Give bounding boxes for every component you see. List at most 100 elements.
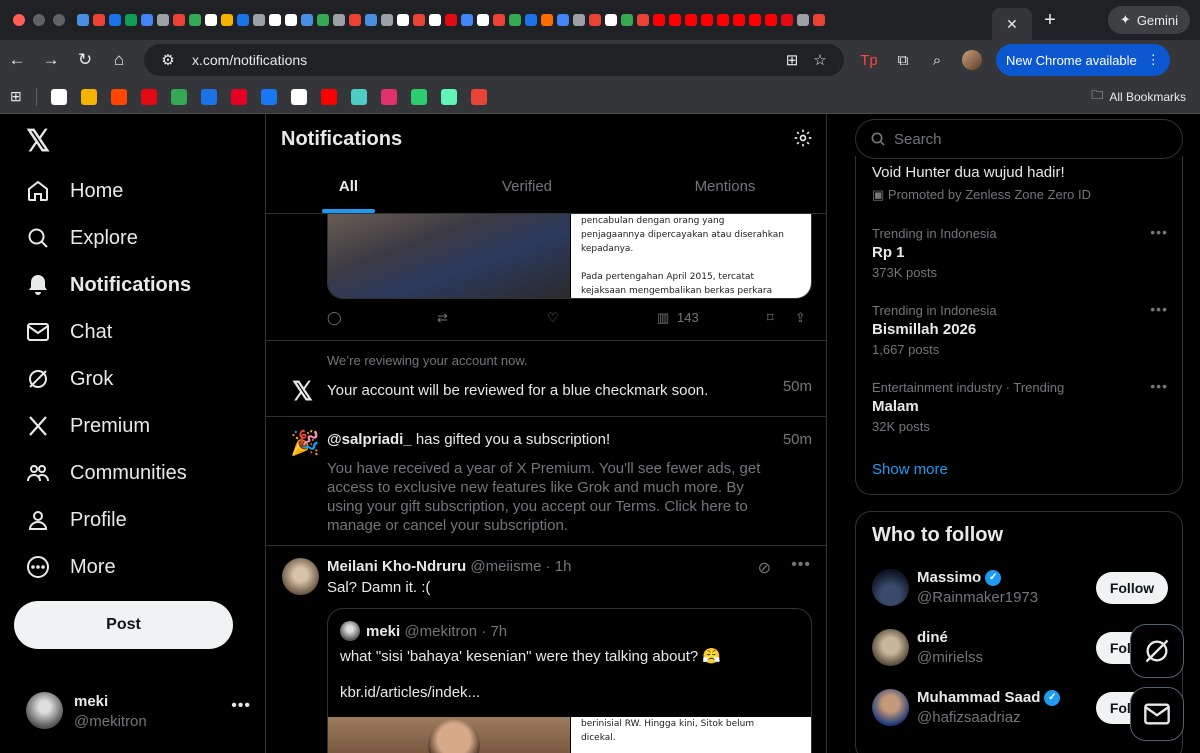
bookmark-favicon[interactable] <box>380 88 397 105</box>
pinned-tab-favicon[interactable] <box>493 14 505 26</box>
forward-arrow-icon[interactable]: → <box>34 50 68 70</box>
bookmark-favicon[interactable] <box>290 88 307 105</box>
gemini-button[interactable]: ✦ Gemini <box>1107 6 1190 34</box>
gift-user-link[interactable]: @salpriadi_ <box>327 431 412 448</box>
extensions-puzzle-icon[interactable]: ⧉ <box>886 52 920 69</box>
bookmark-favicon[interactable] <box>50 88 67 105</box>
pinned-tab-favicon[interactable] <box>813 14 825 26</box>
pinned-tab-favicon[interactable] <box>685 14 697 26</box>
close-tab-icon[interactable]: ✕ <box>1006 16 1018 33</box>
quote-link[interactable]: kbr.id/articles/indek... <box>340 684 480 701</box>
nav-more[interactable]: More <box>26 555 116 579</box>
pinned-tab-favicon[interactable] <box>445 14 457 26</box>
views-icon[interactable]: ▥ <box>657 310 669 326</box>
nav-profile[interactable]: Profile <box>26 508 127 532</box>
more-dots-icon[interactable]: ••• <box>1150 224 1168 240</box>
back-arrow-icon[interactable]: ← <box>0 50 34 70</box>
bookmark-favicon[interactable] <box>170 88 187 105</box>
bookmark-favicon[interactable] <box>80 88 97 105</box>
pinned-tab-favicon[interactable] <box>701 14 713 26</box>
list-item[interactable]: 🎉 @salpriadi_ has gifted you a subscript… <box>266 417 826 546</box>
bookmark-favicon[interactable] <box>470 88 487 105</box>
more-dots-icon[interactable]: ••• <box>791 556 811 574</box>
pinned-tab-favicon[interactable] <box>557 14 569 26</box>
pinned-tab-favicon[interactable] <box>541 14 553 26</box>
more-dots-icon[interactable]: ••• <box>231 697 251 715</box>
bookmark-favicon[interactable] <box>200 88 217 105</box>
pinned-tab-favicon[interactable] <box>349 14 361 26</box>
tweet-media[interactable]: pencabulan dengan orang yang penjagaanny… <box>327 214 812 299</box>
avatar[interactable] <box>872 629 909 666</box>
pinned-tab-favicon[interactable] <box>573 14 585 26</box>
pinned-tab-favicon[interactable] <box>717 14 729 26</box>
gift-body[interactable]: You have received a year of X Premium. Y… <box>327 459 772 535</box>
list-item[interactable]: Meilani Kho-Ndruru @meiisme · 1h ⊘ ••• S… <box>266 546 826 753</box>
like-icon[interactable]: ♡ <box>547 310 559 326</box>
tab-search-icon[interactable]: ⌕ <box>920 52 954 69</box>
pinned-tab-favicon[interactable] <box>125 14 137 26</box>
pinned-tab-favicon[interactable] <box>653 14 665 26</box>
pinned-tab-favicon[interactable] <box>93 14 105 26</box>
url-text[interactable]: x.com/notifications <box>192 52 778 68</box>
share-icon[interactable]: ⇪ <box>795 310 806 326</box>
grok-floating-button[interactable] <box>1130 624 1184 678</box>
trend-item[interactable]: Trending in Indonesia Rp 1 373K posts ••… <box>872 224 1168 280</box>
bookmark-favicon[interactable] <box>440 88 457 105</box>
pinned-tab-favicon[interactable] <box>333 14 345 26</box>
trend-item[interactable]: Entertainment industry · Trending Malam … <box>872 378 1168 434</box>
pinned-tab-favicon[interactable] <box>397 14 409 26</box>
pinned-tab-favicon[interactable] <box>189 14 201 26</box>
messages-floating-button[interactable] <box>1130 687 1184 741</box>
pinned-tab-favicon[interactable] <box>221 14 233 26</box>
install-app-icon[interactable]: ⊞ <box>778 51 806 69</box>
show-more-link[interactable]: Show more <box>872 461 948 478</box>
pinned-tab-favicon[interactable] <box>173 14 185 26</box>
pinned-tab-favicon[interactable] <box>109 14 121 26</box>
x-logo-icon[interactable]: 𝕏 <box>26 124 50 159</box>
minimize-window-button[interactable] <box>33 14 45 26</box>
pinned-tab-favicon[interactable] <box>317 14 329 26</box>
bookmark-icon[interactable]: ⌑ <box>767 310 774 326</box>
apps-grid-icon[interactable]: ⊞ <box>10 88 22 105</box>
nav-grok[interactable]: Grok <box>26 367 113 391</box>
bookmark-favicon[interactable] <box>410 88 427 105</box>
pinned-tab-favicon[interactable] <box>413 14 425 26</box>
profile-avatar[interactable] <box>962 50 982 70</box>
pinned-tab-favicon[interactable] <box>509 14 521 26</box>
all-bookmarks-button[interactable]: 🗀 All Bookmarks <box>1091 86 1186 107</box>
more-dots-icon[interactable]: ••• <box>1150 378 1168 394</box>
pinned-tab-favicon[interactable] <box>477 14 489 26</box>
pinned-tab-favicon[interactable] <box>365 14 377 26</box>
pinned-tab-favicon[interactable] <box>253 14 265 26</box>
avatar[interactable] <box>872 689 909 726</box>
address-bar[interactable]: ⚙ x.com/notifications ⊞ ☆ <box>144 44 844 76</box>
tab-mentions[interactable]: Mentions <box>681 178 769 195</box>
home-icon[interactable]: ⌂ <box>102 50 136 70</box>
nav-explore[interactable]: Explore <box>26 226 138 250</box>
follow-button[interactable]: Follow <box>1096 572 1168 604</box>
reply-icon[interactable]: ◯ <box>327 310 342 326</box>
pinned-tab-favicon[interactable] <box>621 14 633 26</box>
post-button[interactable]: Post <box>14 601 233 649</box>
account-switcher[interactable]: meki @mekitron ••• <box>26 689 251 731</box>
follow-suggestion[interactable]: Muhammad Saad✓ @hafizsaadriaz Follow <box>872 684 1168 734</box>
bookmark-favicon[interactable] <box>230 88 247 105</box>
maximize-window-button[interactable] <box>53 14 65 26</box>
follow-suggestion[interactable]: Massimo ✓ @Rainmaker1973 Follow <box>872 564 1168 614</box>
tweet-author-name[interactable]: Meilani Kho-Ndruru <box>327 558 466 575</box>
pinned-tab-favicon[interactable] <box>637 14 649 26</box>
nav-chat[interactable]: Chat <box>26 320 112 344</box>
tab-verified[interactable]: Verified <box>486 178 568 195</box>
tweet-time[interactable]: · 1h <box>546 558 572 575</box>
settings-gear-icon[interactable] <box>793 128 813 153</box>
pinned-tab-favicon[interactable] <box>285 14 297 26</box>
bookmark-favicon[interactable] <box>350 88 367 105</box>
nav-communities[interactable]: Communities <box>26 461 187 485</box>
pinned-tab-favicon[interactable] <box>589 14 601 26</box>
nav-home[interactable]: Home <box>26 179 123 203</box>
pinned-tab-favicon[interactable] <box>205 14 217 26</box>
bookmark-favicon[interactable] <box>260 88 277 105</box>
grok-icon[interactable]: ⊘ <box>758 558 771 578</box>
pinned-tab-favicon[interactable] <box>733 14 745 26</box>
bookmark-favicon[interactable] <box>140 88 157 105</box>
